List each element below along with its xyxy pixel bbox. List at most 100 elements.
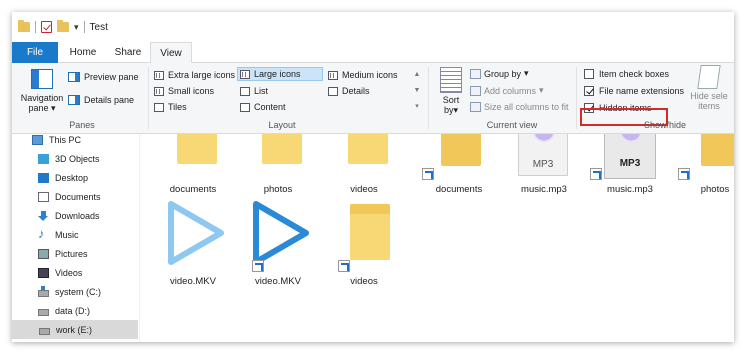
desktop-icon (38, 172, 49, 183)
preview-pane-button[interactable]: Preview pane (68, 72, 139, 82)
tab-share[interactable]: Share (110, 42, 146, 63)
3d-objects-icon (38, 153, 49, 164)
group-separator (148, 67, 149, 129)
title-bar: ▾ Test (12, 12, 734, 42)
file-item-documents-shortcut[interactable]: documents (419, 134, 499, 199)
layout-small-icons[interactable]: Small icons (152, 84, 216, 98)
item-check-boxes-toggle[interactable]: Item check boxes (584, 69, 669, 79)
file-item-photos[interactable]: photos (238, 134, 318, 199)
layout-content[interactable]: Content (238, 100, 288, 114)
folder-icon (262, 134, 302, 164)
pictures-icon (38, 248, 49, 259)
nav-item-system-c[interactable]: system (C:) (38, 282, 146, 301)
nav-item-this-pc[interactable]: This PC (32, 130, 140, 149)
layout-extra-large-icons[interactable]: Extra large icons (152, 68, 237, 82)
disc-icon (533, 134, 555, 142)
nav-item-data-d[interactable]: data (D:) (38, 301, 146, 320)
file-name-extensions-checkbox[interactable] (584, 86, 594, 96)
layout-list[interactable]: List (238, 84, 270, 98)
folder-icon (348, 134, 388, 164)
tab-file[interactable]: File (12, 42, 58, 63)
nav-item-documents[interactable]: Documents (38, 187, 146, 206)
documents-icon (38, 191, 49, 202)
properties-icon[interactable] (41, 21, 52, 33)
separator (35, 21, 36, 33)
layout-large-icons[interactable]: Large icons (237, 67, 323, 81)
layout-group-label: Layout (268, 120, 296, 130)
customize-toolbar-icon[interactable]: ▾ (74, 22, 79, 33)
nav-item-music[interactable]: Music (38, 225, 146, 244)
file-item-video-mkv[interactable]: video.MKV (153, 198, 233, 292)
file-list: documents photos videos documents MP3 mu… (141, 134, 734, 342)
scroll-up-icon[interactable]: ▲ (412, 67, 422, 83)
file-name-extensions-toggle[interactable]: File name extensions (584, 86, 684, 96)
layout-gallery: Extra large icons Large icons Medium ico… (150, 67, 418, 115)
disc-icon (620, 134, 642, 142)
sort-by-icon (440, 67, 462, 93)
large-icons-icon (240, 69, 250, 79)
layout-gallery-scroll[interactable]: ▲ ▼ ▾ (412, 67, 422, 115)
shortcut-arrow-icon (338, 260, 350, 272)
system-drive-icon (38, 285, 49, 297)
file-item-videos-shortcut[interactable]: videos (324, 198, 404, 292)
group-separator (576, 67, 577, 129)
file-item-videos[interactable]: videos (324, 134, 404, 199)
size-all-columns-button[interactable]: Size all columns to fit (470, 102, 569, 112)
file-item-documents[interactable]: documents (153, 134, 233, 199)
new-folder-icon[interactable] (57, 20, 69, 32)
hide-selected-items-button[interactable]: Hide sele items (684, 65, 734, 111)
explorer-window: ▾ Test File Home Share View Navigation p… (12, 12, 734, 342)
file-item-music-mp3-shortcut[interactable]: MP3 music.mp3 (590, 134, 670, 199)
current-view-group-label: Current view (486, 120, 538, 130)
drive-icon (39, 327, 50, 335)
group-separator (428, 67, 429, 129)
tab-home[interactable]: Home (63, 42, 103, 63)
group-by-icon (470, 68, 481, 79)
tab-view[interactable]: View (150, 42, 192, 64)
nav-item-3d-objects[interactable]: 3D Objects (38, 149, 146, 168)
play-icon (168, 201, 224, 265)
medium-icons-icon (328, 70, 338, 80)
ribbon: Navigation pane ▾ Preview pane Details p… (12, 63, 734, 134)
folder-front-icon (350, 214, 390, 260)
group-by-button[interactable]: Group by ▾ (470, 68, 529, 79)
music-icon (38, 226, 49, 241)
scroll-down-icon[interactable]: ▼ (412, 83, 422, 99)
hide-selected-label: items (698, 101, 720, 111)
nav-item-desktop[interactable]: Desktop (38, 168, 146, 187)
details-icon (328, 86, 338, 96)
file-item-music-mp3[interactable]: MP3 music.mp3 (504, 134, 584, 199)
list-icon (240, 86, 250, 96)
nav-item-work-e[interactable]: work (E:) (12, 320, 138, 339)
file-item-photos-shortcut[interactable]: photos (675, 134, 734, 199)
layout-tiles[interactable]: Tiles (152, 100, 189, 114)
navigation-pane-button[interactable]: Navigation pane ▾ (17, 69, 67, 113)
shortcut-arrow-icon (422, 168, 434, 180)
drive-icon (38, 308, 49, 316)
layout-details[interactable]: Details (326, 84, 372, 98)
separator (83, 21, 85, 33)
nav-item-videos[interactable]: Videos (38, 263, 146, 282)
small-icons-icon (154, 86, 164, 96)
file-item-video-mkv-shortcut[interactable]: video.MKV (238, 198, 318, 292)
add-columns-button[interactable]: Add columns ▾ (470, 85, 544, 96)
window-title: Test (89, 21, 108, 33)
details-pane-button[interactable]: Details pane (68, 95, 134, 105)
nav-item-downloads[interactable]: Downloads (38, 206, 146, 225)
tiles-icon (154, 102, 164, 112)
expand-gallery-icon[interactable]: ▾ (412, 99, 422, 115)
layout-medium-icons[interactable]: Medium icons (326, 68, 400, 82)
folder-icon (177, 134, 217, 164)
computer-icon (32, 134, 43, 145)
navigation-pane-label: pane ▾ (28, 103, 56, 113)
preview-pane-icon (68, 72, 80, 82)
item-check-boxes-checkbox[interactable] (584, 69, 594, 79)
preview-pane-label: Preview pane (84, 72, 139, 82)
sort-by-button[interactable]: Sort by▾ (436, 67, 466, 115)
details-pane-label: Details pane (84, 95, 135, 105)
nav-item-pictures[interactable]: Pictures (38, 244, 146, 263)
navigation-pane: This PC 3D Objects Desktop Documents Dow… (12, 134, 140, 342)
extra-large-icons-icon (154, 70, 164, 80)
folder-icon (441, 134, 481, 166)
quick-access-toolbar: ▾ Test (18, 20, 108, 33)
